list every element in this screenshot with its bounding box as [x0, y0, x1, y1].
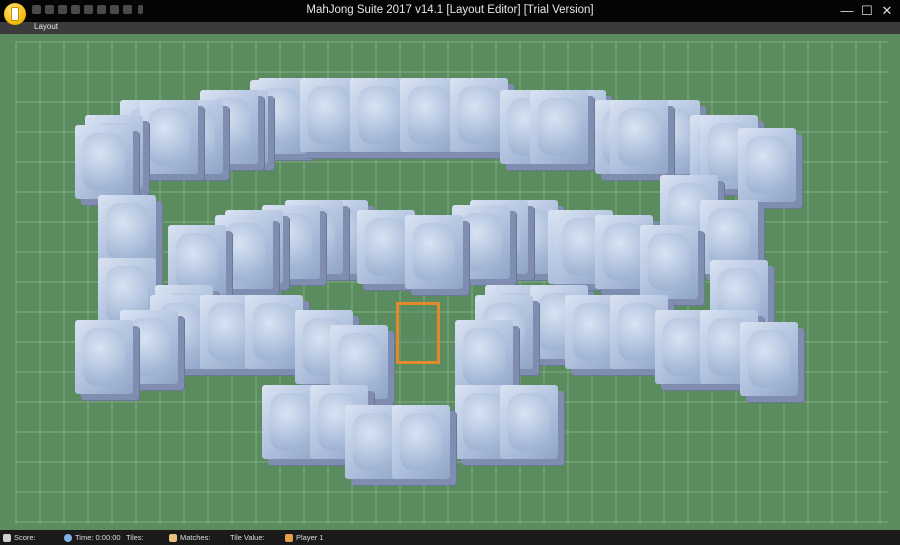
status-player: Player 1 — [285, 533, 324, 542]
player-label: Player 1 — [296, 533, 324, 542]
layout-board[interactable] — [0, 34, 900, 530]
mahjong-tile[interactable] — [455, 320, 513, 394]
matches-label: Matches: — [180, 533, 211, 542]
status-score: Score: — [3, 533, 36, 542]
mahjong-tile[interactable] — [500, 385, 558, 459]
status-tiles: Tiles: — [126, 533, 144, 542]
mahjong-tile[interactable] — [740, 322, 798, 396]
mahjong-tile[interactable] — [75, 125, 133, 199]
mahjong-tile[interactable] — [405, 215, 463, 289]
status-tile-value: Tile Value: — [230, 533, 265, 542]
tile-value-label: Tile Value: — [230, 533, 265, 542]
tile-layer — [0, 0, 900, 545]
clock-icon — [64, 533, 72, 542]
tiles-label: Tiles: — [126, 533, 144, 542]
score-icon — [3, 533, 11, 542]
player-icon — [285, 533, 293, 542]
mahjong-tile[interactable] — [610, 100, 668, 174]
mahjong-tile[interactable] — [530, 90, 588, 164]
status-bar: Score: Time: 0:00:00 Tiles: Matches: Til… — [0, 530, 900, 545]
mahjong-tile[interactable] — [738, 128, 796, 202]
matches-icon — [169, 533, 177, 542]
mahjong-tile[interactable] — [75, 320, 133, 394]
status-time: Time: 0:00:00 — [64, 533, 121, 542]
mahjong-tile[interactable] — [392, 405, 450, 479]
selection-cursor[interactable] — [396, 302, 440, 364]
time-label: Time: 0:00:00 — [75, 533, 121, 542]
score-label: Score: — [14, 533, 36, 542]
mahjong-tile[interactable] — [640, 225, 698, 299]
mahjong-tile[interactable] — [140, 100, 198, 174]
app-logo-icon[interactable] — [4, 3, 26, 25]
status-matches: Matches: — [169, 533, 210, 542]
